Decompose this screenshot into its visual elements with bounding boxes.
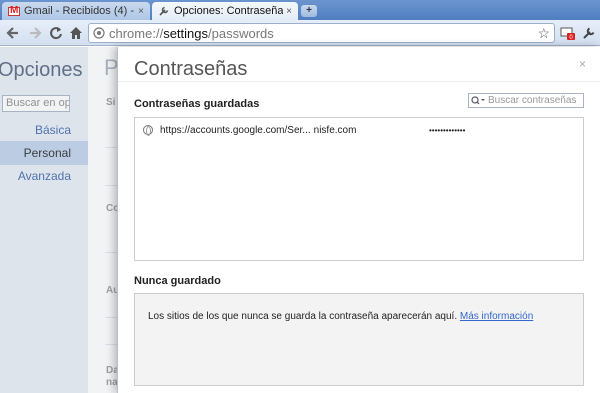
password-search-input[interactable]: Buscar contraseñas bbox=[468, 93, 584, 108]
never-saved-list: Los sitios de los que nunca se guarda la… bbox=[134, 293, 584, 386]
tab-gmail[interactable]: Gmail - Recibidos (4) - nisfe × bbox=[2, 2, 150, 20]
address-bar[interactable]: chrome://settings/passwords ☆ bbox=[88, 23, 555, 43]
close-tab-icon[interactable]: × bbox=[286, 6, 292, 17]
tab-strip: Gmail - Recibidos (4) - nisfe × Opciones… bbox=[0, 0, 600, 20]
empty-message: Los sitios de los que nunca se guarda la… bbox=[148, 311, 458, 322]
search-icon bbox=[471, 96, 485, 105]
url-path: /passwords bbox=[208, 25, 274, 41]
gmail-icon bbox=[8, 5, 20, 16]
never-saved-message: Los sitios de los que nunca se guarda la… bbox=[148, 311, 533, 322]
dialog-title: Contraseñas bbox=[134, 58, 248, 80]
url-host: settings bbox=[163, 25, 208, 41]
saved-passwords-title: Contraseñas guardadas bbox=[134, 98, 260, 110]
tab-settings[interactable]: Opciones: Contraseñas × bbox=[152, 2, 298, 20]
divider bbox=[118, 81, 600, 82]
close-icon[interactable]: × bbox=[579, 57, 586, 71]
bookmark-star-icon[interactable]: ☆ bbox=[537, 25, 550, 42]
home-button[interactable] bbox=[67, 24, 85, 42]
tab-title: Opciones: Contraseñas bbox=[174, 5, 284, 17]
forward-arrow-icon bbox=[30, 27, 42, 39]
search-placeholder: Buscar contraseñas bbox=[488, 95, 577, 106]
home-icon bbox=[70, 27, 82, 39]
saved-passwords-list: https://accounts.google.com/Ser... nisfe… bbox=[134, 117, 584, 261]
url-scheme: chrome:// bbox=[109, 25, 164, 41]
new-tab-button[interactable]: + bbox=[301, 5, 317, 17]
password-site: https://accounts.google.com/Ser... bbox=[160, 124, 311, 136]
more-info-link[interactable]: Más información bbox=[460, 311, 533, 322]
browser-toolbar: chrome://settings/passwords ☆ 0 bbox=[0, 20, 600, 46]
page-action-button[interactable]: 0 bbox=[559, 24, 577, 42]
globe-icon bbox=[143, 125, 153, 136]
page-icon bbox=[93, 27, 105, 39]
wrench-icon bbox=[159, 6, 169, 16]
address-text: chrome://settings/passwords bbox=[109, 26, 274, 41]
tab-title: Gmail - Recibidos (4) - nisfe bbox=[24, 5, 135, 17]
reload-icon bbox=[50, 27, 62, 40]
back-arrow-icon bbox=[6, 27, 18, 39]
forward-button[interactable] bbox=[26, 24, 44, 42]
close-tab-icon[interactable]: × bbox=[138, 6, 144, 17]
wrench-menu-button[interactable] bbox=[580, 24, 598, 42]
passwords-dialog: Contraseñas × Contraseñas guardadas Busc… bbox=[117, 47, 600, 393]
wrench-icon bbox=[583, 27, 595, 39]
password-value: ••••••••••••• bbox=[429, 125, 466, 135]
back-button[interactable] bbox=[4, 24, 22, 42]
never-saved-title: Nunca guardado bbox=[134, 275, 221, 287]
list-item[interactable]: https://accounts.google.com/Ser... nisfe… bbox=[135, 121, 583, 139]
extension-icon: 0 bbox=[560, 27, 575, 41]
password-username: nisfe.com bbox=[313, 124, 357, 136]
reload-button[interactable] bbox=[47, 24, 65, 42]
